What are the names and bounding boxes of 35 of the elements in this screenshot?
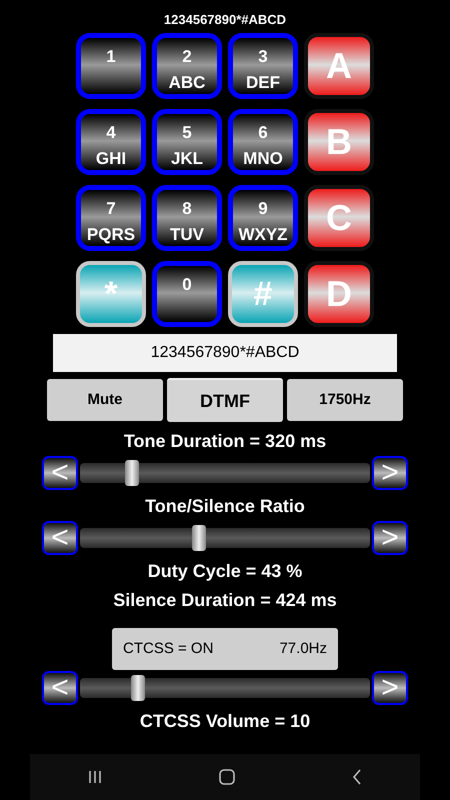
dial-key[interactable]: 4 GHI: [76, 109, 146, 175]
dial-key[interactable]: 7 PQRS: [76, 185, 146, 251]
dial-key[interactable]: 1: [76, 33, 146, 99]
decrease-button[interactable]: <: [42, 456, 78, 490]
back-icon[interactable]: [352, 769, 362, 785]
value-label: CTCSS Volume = 10: [140, 710, 310, 733]
recent-apps-icon[interactable]: [88, 770, 102, 784]
mode-button[interactable]: Mute: [47, 379, 163, 421]
decrease-button[interactable]: <: [42, 521, 78, 555]
header-title: 1234567890*#ABCD: [164, 11, 286, 29]
value-label: Silence Duration = 424 ms: [113, 589, 337, 612]
ctcss-frequency: 77.0Hz: [279, 638, 327, 659]
increase-button[interactable]: >: [372, 671, 408, 705]
decrease-button[interactable]: <: [42, 671, 78, 705]
increase-button[interactable]: >: [372, 521, 408, 555]
dial-key[interactable]: 3 DEF: [228, 33, 298, 99]
slider-thumb[interactable]: [125, 460, 140, 486]
slider-thumb[interactable]: [192, 525, 206, 551]
ctcss-button[interactable]: CTCSS = ON 77.0Hz: [112, 628, 338, 670]
dial-key[interactable]: 5 JKL: [152, 109, 222, 175]
value-label: Duty Cycle = 43 %: [148, 560, 302, 583]
increase-button[interactable]: >: [372, 456, 408, 490]
mode-button[interactable]: 1750Hz: [287, 379, 403, 421]
slider-thumb[interactable]: [131, 675, 145, 701]
dial-key[interactable]: 8 TUV: [152, 185, 222, 251]
value-label: Tone Duration = 320 ms: [124, 430, 326, 453]
dial-key[interactable]: 6 MNO: [228, 109, 298, 175]
home-icon[interactable]: [218, 769, 235, 785]
dial-key[interactable]: 0: [152, 261, 222, 327]
display-field[interactable]: 1234567890*#ABCD: [53, 334, 397, 372]
mode-button[interactable]: DTMF: [167, 378, 283, 422]
ctcss-status: CTCSS = ON: [123, 638, 214, 659]
dial-key[interactable]: 2 ABC: [152, 33, 222, 99]
value-label: Tone/Silence Ratio: [145, 495, 305, 518]
dial-key[interactable]: 9 WXYZ: [228, 185, 298, 251]
